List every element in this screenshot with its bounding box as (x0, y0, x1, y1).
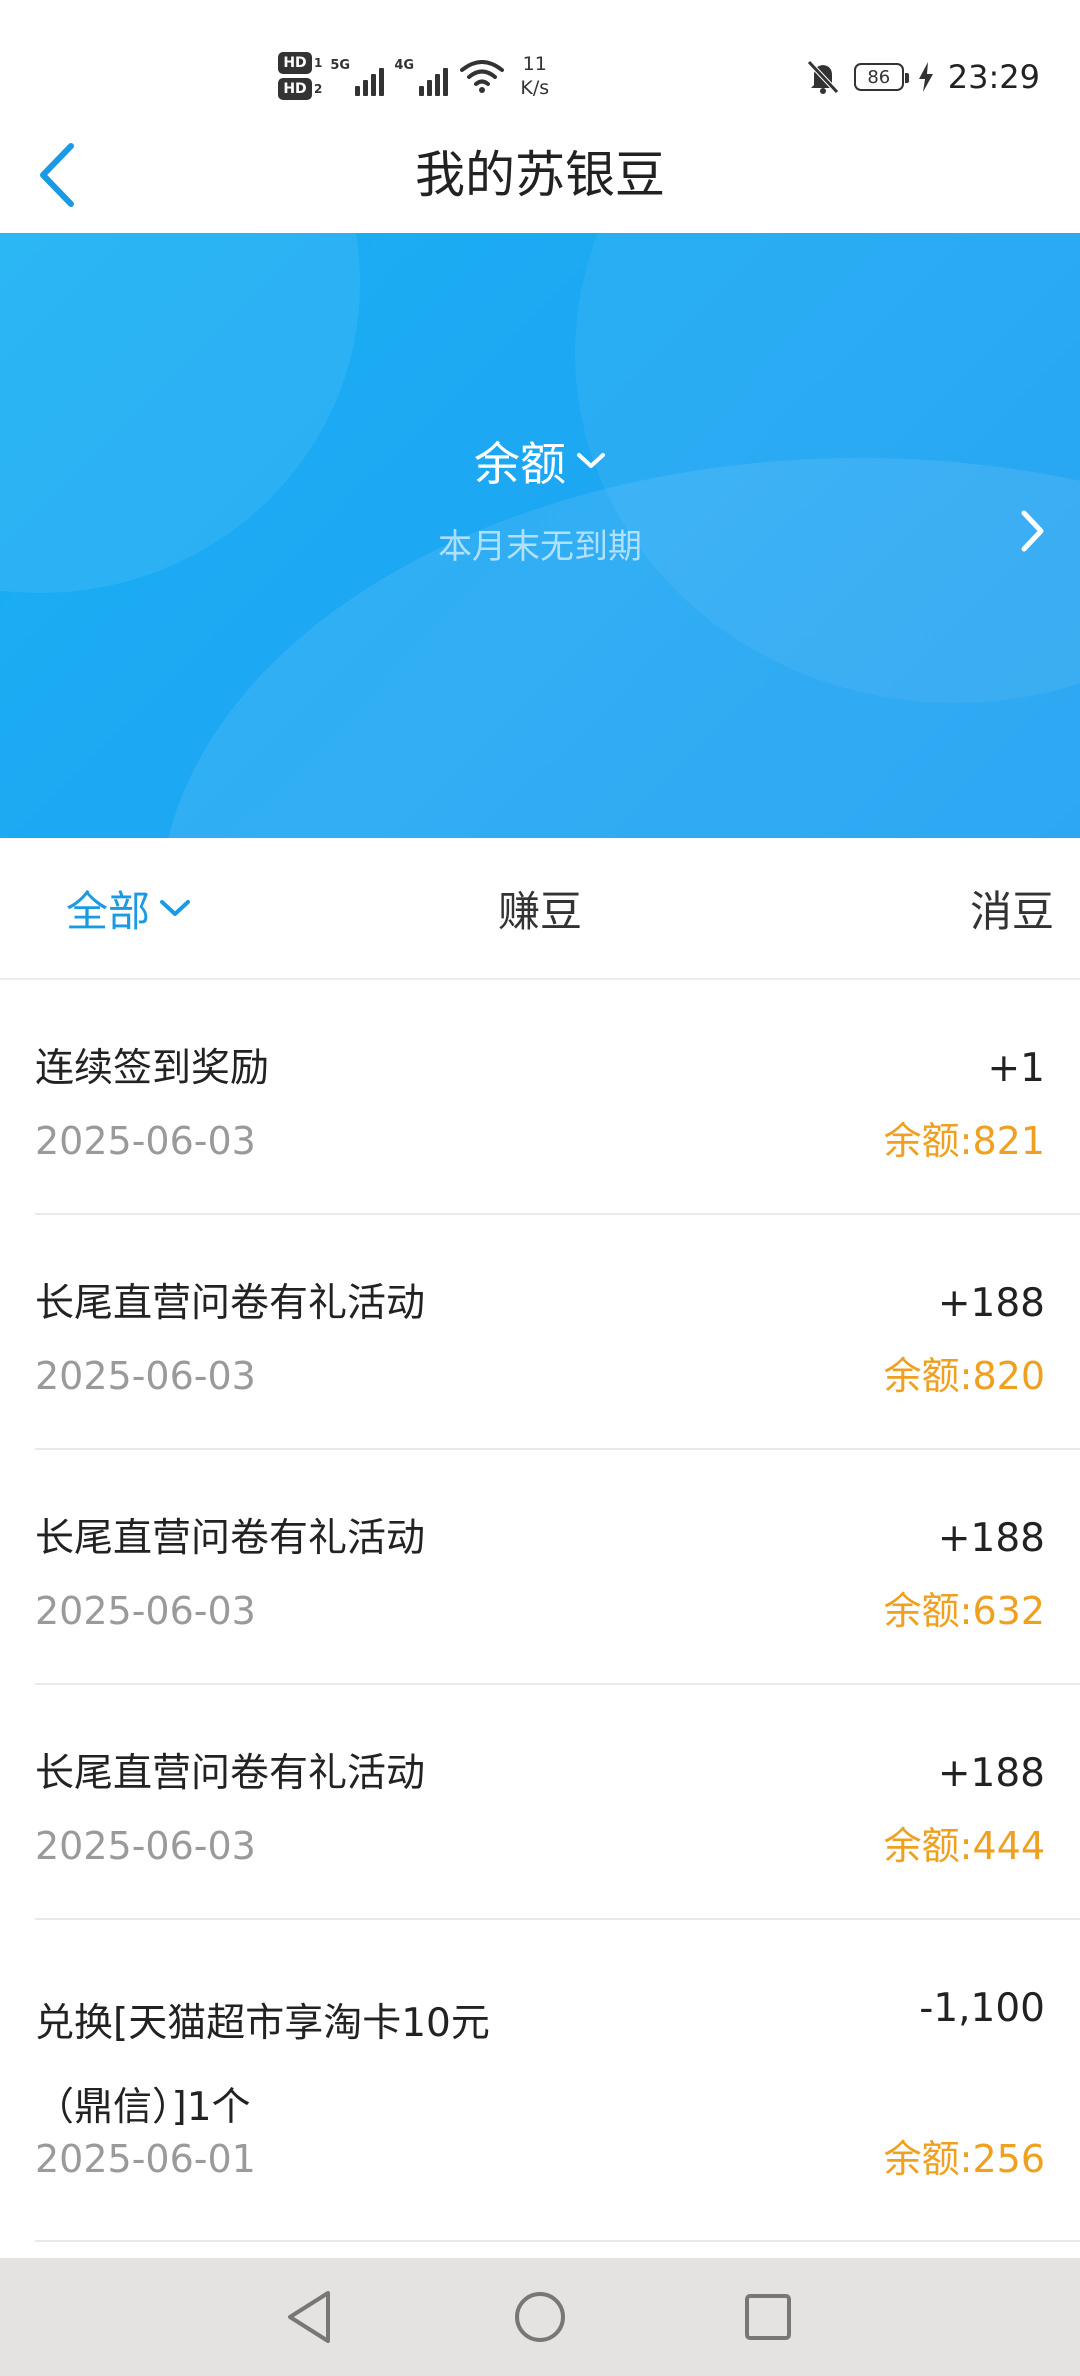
battery-level: 86 (867, 66, 891, 88)
banner-detail-button[interactable] (1008, 501, 1058, 561)
nav-back-button[interactable] (274, 2282, 344, 2352)
hd2-label: HD (278, 78, 312, 100)
tab-all-label: 全部 (66, 886, 151, 936)
hd2-sub: 2 (314, 82, 323, 96)
nav-home-icon (515, 2292, 565, 2342)
list-item[interactable]: 长尾直营问卷有礼活动 +188 2025-06-03 余额:632 (35, 1450, 1080, 1685)
transaction-balance: 余额:820 (883, 1354, 1045, 1398)
hd1-badge: HD 1 (278, 52, 322, 74)
chevron-down-icon (577, 453, 605, 468)
tab-all[interactable]: 全部 (66, 838, 192, 978)
transaction-balance: 余额:444 (883, 1824, 1045, 1868)
signal-icon: 4G (394, 56, 450, 96)
transaction-amount: +188 (937, 1751, 1045, 1796)
transaction-title: 长尾直营问卷有礼活动 (35, 1751, 426, 1796)
transaction-amount: +188 (937, 1281, 1045, 1326)
nav-home-button[interactable] (505, 2282, 575, 2352)
nav-recent-button[interactable] (733, 2282, 803, 2352)
hd-indicators: HD 1 HD 2 (278, 52, 322, 100)
balance-banner: 余额 本月末无到期 (0, 233, 1080, 838)
list-item[interactable]: 长尾直营问卷有礼活动 +188 2025-06-03 余额:444 (35, 1685, 1080, 1920)
transaction-amount: +188 (937, 1516, 1045, 1561)
transaction-amount: +1 (987, 1046, 1046, 1091)
tab-spend-label: 消豆 (969, 886, 1054, 936)
bell-off-icon (806, 60, 839, 94)
tab-spend[interactable]: 消豆 (970, 838, 1054, 978)
tab-earn-label: 赚豆 (497, 886, 582, 936)
nav-recent-icon (745, 2294, 791, 2340)
transaction-balance: 余额:256 (883, 2137, 1045, 2181)
hd1-sub: 1 (314, 56, 323, 70)
list-item[interactable]: 长尾直营问卷有礼活动 +188 2025-06-03 余额:820 (35, 1215, 1080, 1450)
transaction-date: 2025-06-03 (35, 1354, 256, 1398)
network-speed-unit: K/s (520, 77, 550, 99)
transaction-amount: -1,100 (919, 1986, 1045, 2031)
battery-icon: 86 (853, 63, 909, 91)
nav-back-icon (288, 2291, 330, 2343)
network-speed-value: 11 (522, 53, 547, 75)
wifi-icon (460, 60, 505, 93)
transaction-balance: 余额:821 (883, 1119, 1045, 1163)
transaction-list: 连续签到奖励 +1 2025-06-03 余额:821 长尾直营问卷有礼活动 +… (0, 980, 1080, 2242)
expire-note: 本月末无到期 (438, 527, 642, 567)
sim1-generation: 5G (330, 58, 351, 73)
network-speed: 11 K/s (520, 52, 549, 100)
transaction-date: 2025-06-03 (35, 1589, 256, 1633)
transaction-date: 2025-06-03 (35, 1824, 256, 1868)
transaction-balance: 余额:632 (883, 1589, 1045, 1633)
list-item[interactable]: 兑换[天猫超市享淘卡10元（鼎信）]1个 -1,100 2025-06-01 余… (35, 1920, 1080, 2242)
transaction-title: 连续签到奖励 (35, 1046, 270, 1091)
transaction-title: 长尾直营问卷有礼活动 (35, 1281, 426, 1326)
hd2-badge: HD 2 (278, 78, 322, 100)
transaction-title: 兑换[天猫超市享淘卡10元（鼎信）]1个 (35, 2001, 490, 2130)
chevron-right-icon (1021, 510, 1044, 552)
transaction-date: 2025-06-03 (35, 1119, 256, 1163)
balance-toggle[interactable]: 余额 (0, 428, 1080, 494)
charging-icon (918, 62, 933, 92)
filter-tabs: 赚豆 全部 消豆 (0, 838, 1080, 980)
chevron-down-icon (160, 900, 191, 916)
banner-decoration (160, 458, 1080, 838)
status-icons-right: 86 23:29 (806, 52, 1040, 102)
signal-icon: 5G (330, 56, 386, 96)
system-nav-bar (0, 2258, 1080, 2376)
transaction-date: 2025-06-01 (35, 2137, 256, 2181)
page-header: 我的苏银豆 (0, 120, 1080, 232)
page-title: 我的苏银豆 (415, 146, 665, 204)
balance-label: 余额 (474, 437, 566, 491)
transaction-title: 长尾直营问卷有礼活动 (35, 1516, 426, 1561)
hd1-label: HD (278, 52, 312, 74)
list-item[interactable]: 连续签到奖励 +1 2025-06-03 余额:821 (35, 980, 1080, 1215)
sim2-generation: 4G (394, 58, 415, 73)
status-icons-left: HD 1 HD 2 5G 4G 11 K/s (278, 44, 549, 108)
clock: 23:29 (947, 58, 1040, 96)
